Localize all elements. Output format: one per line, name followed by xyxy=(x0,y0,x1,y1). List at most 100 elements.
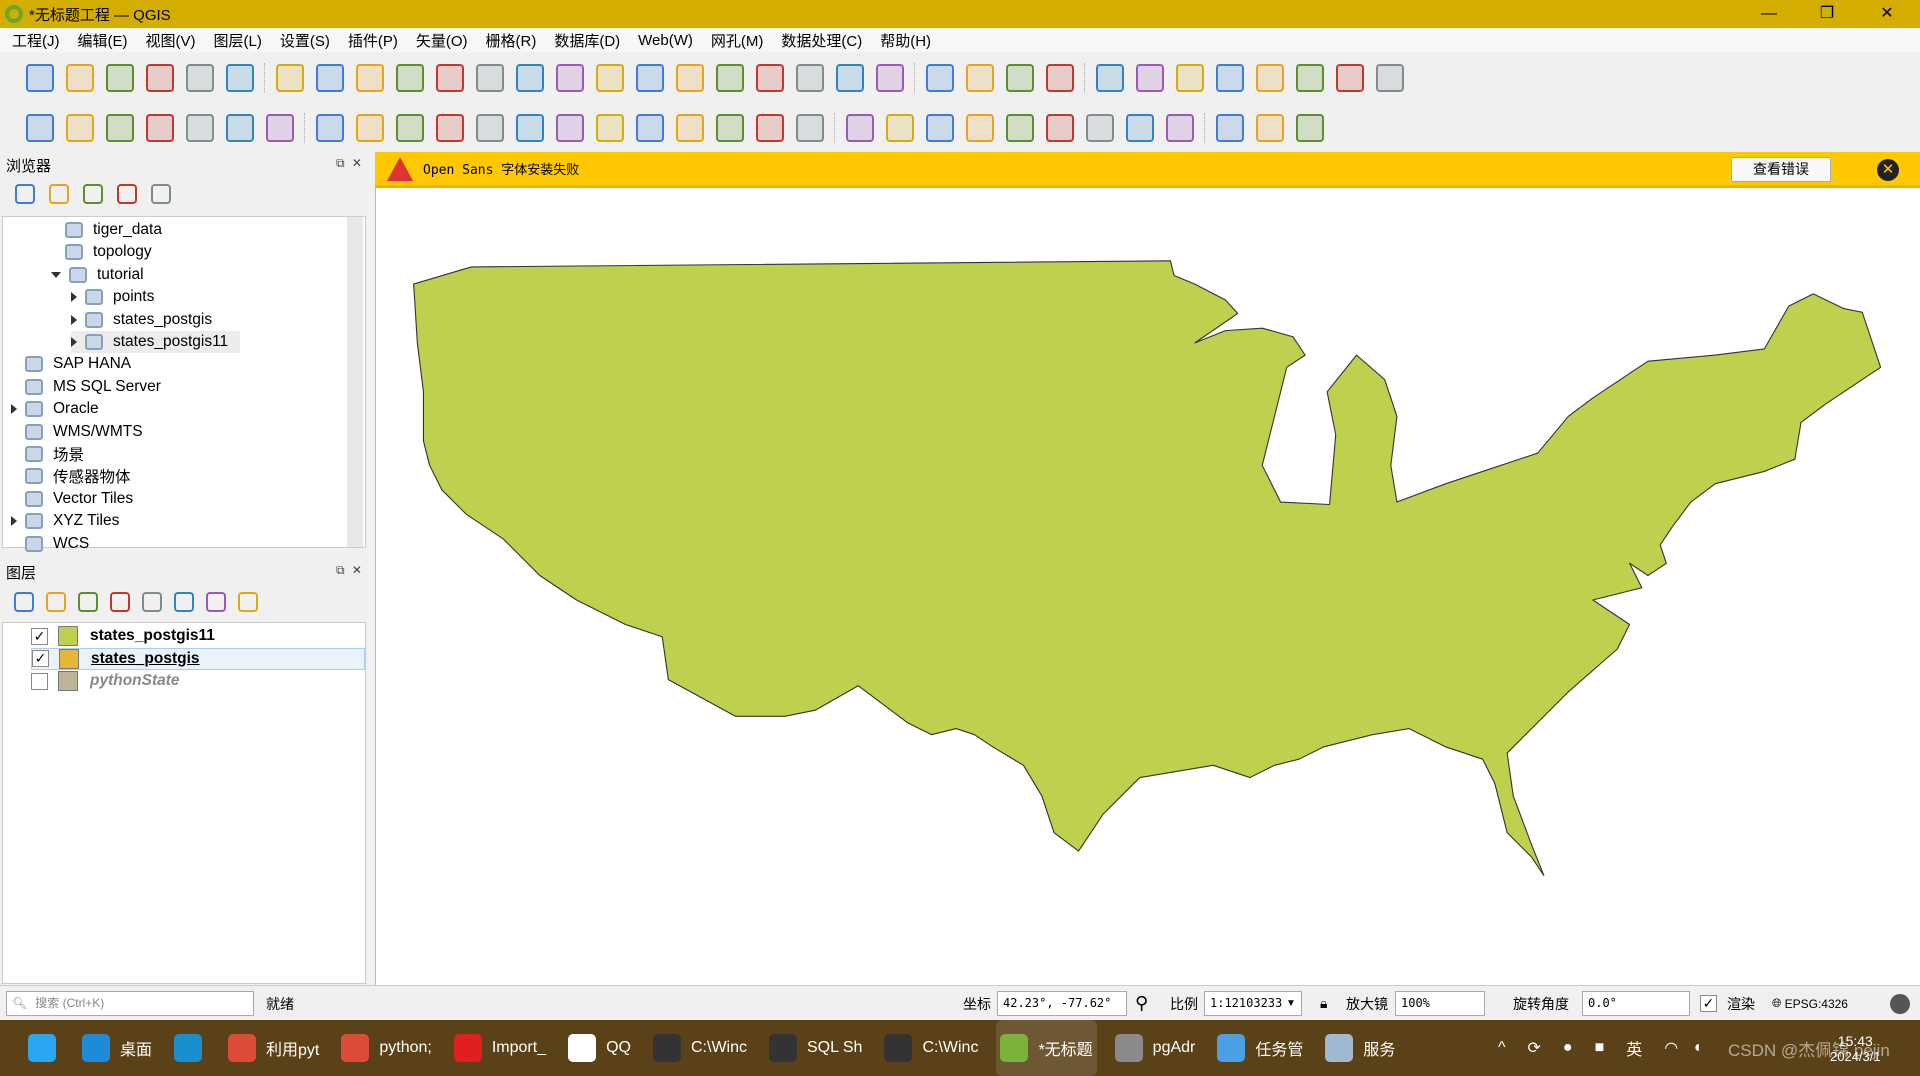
view-errors-button[interactable]: 查看错误 xyxy=(1731,157,1831,182)
zoom-last-icon[interactable] xyxy=(596,64,624,92)
messages-icon[interactable] xyxy=(1890,994,1910,1014)
layer-item[interactable]: ✓ states_postgis11 xyxy=(31,625,215,647)
taskbar-app[interactable] xyxy=(170,1020,210,1076)
add-group-icon[interactable] xyxy=(46,592,66,612)
rotation-field[interactable]: 0.0° xyxy=(1582,991,1690,1016)
digitize-point-icon[interactable] xyxy=(436,114,464,142)
label-edit-icon[interactable] xyxy=(1126,114,1154,142)
pan-icon[interactable] xyxy=(276,64,304,92)
browser-item[interactable]: 传感器物体 xyxy=(11,465,131,487)
label-pin-icon[interactable] xyxy=(926,114,954,142)
ime-indicator[interactable]: 英 xyxy=(1626,1036,1642,1060)
pan-to-selection-icon[interactable] xyxy=(316,64,344,92)
add-selected-icon[interactable] xyxy=(15,184,35,204)
filter-icon[interactable] xyxy=(83,184,103,204)
toggle-editing-icon[interactable] xyxy=(356,114,384,142)
message-close-button[interactable]: ✕ xyxy=(1877,159,1899,181)
locator-icon[interactable] xyxy=(1376,64,1404,92)
layer-item[interactable]: pythonState xyxy=(31,670,180,692)
taskbar-app[interactable]: 利用pyt xyxy=(224,1020,323,1076)
label-show-icon[interactable] xyxy=(966,114,994,142)
identify-icon[interactable] xyxy=(1096,64,1124,92)
new-map-view-icon[interactable] xyxy=(676,64,704,92)
layer-symbol-swatch[interactable] xyxy=(58,671,78,691)
select-by-value-icon[interactable] xyxy=(966,64,994,92)
menu-item[interactable]: 视图(V) xyxy=(146,30,196,51)
select-features-icon[interactable] xyxy=(926,64,954,92)
label-move-icon[interactable] xyxy=(1006,114,1034,142)
taskbar-app[interactable]: 任务管 xyxy=(1213,1020,1307,1076)
taskbar-app[interactable]: 桌面 xyxy=(78,1020,156,1076)
layers-tree[interactable]: ✓ states_postgis11 ✓ states_postgis pythonSt… xyxy=(2,622,366,984)
browser-item[interactable]: tutorial xyxy=(51,264,144,286)
refresh-icon[interactable] xyxy=(49,184,69,204)
help-icon[interactable] xyxy=(1296,114,1324,142)
collapse-all-icon[interactable] xyxy=(206,592,226,612)
sync-icon[interactable]: ⟳ xyxy=(1528,1038,1541,1058)
delete-selected-icon[interactable] xyxy=(596,114,624,142)
zoom-out-icon[interactable] xyxy=(396,64,424,92)
browser-item[interactable]: XYZ Tiles xyxy=(11,510,119,532)
new-virtual-layer-icon[interactable] xyxy=(226,114,254,142)
new-geopackage-icon[interactable] xyxy=(66,114,94,142)
cut-icon[interactable] xyxy=(636,114,664,142)
browser-item[interactable]: points xyxy=(71,286,154,308)
taskbar-app[interactable] xyxy=(24,1020,64,1076)
processing-toolbox-icon[interactable] xyxy=(1176,64,1204,92)
remove-layer-icon[interactable] xyxy=(238,592,258,612)
redo-icon[interactable] xyxy=(796,114,824,142)
menu-item[interactable]: 工程(J) xyxy=(12,30,60,51)
digitize-icon[interactable] xyxy=(146,114,174,142)
attribute-table-icon[interactable] xyxy=(1136,64,1164,92)
new-spatialite-icon[interactable] xyxy=(186,114,214,142)
browser-dock-buttons[interactable]: ⧉ ✕ xyxy=(336,156,364,171)
layer-visibility-checkbox[interactable] xyxy=(31,672,48,690)
geoserver-icon[interactable] xyxy=(1216,114,1244,142)
render-checkbox[interactable]: ✓ xyxy=(1700,995,1717,1012)
data-source-manager-icon[interactable] xyxy=(26,114,54,142)
manage-visibility-icon[interactable] xyxy=(78,592,98,612)
locator-search-input[interactable]: 🔍︎ 搜索 (Ctrl+K) xyxy=(6,991,254,1016)
menu-item[interactable]: 帮助(H) xyxy=(880,30,931,51)
minimize-button[interactable]: — xyxy=(1746,0,1792,28)
taskbar-app[interactable]: QQ xyxy=(564,1020,635,1076)
new-temp-layer-icon[interactable] xyxy=(266,114,294,142)
zoom-full-icon[interactable] xyxy=(436,64,464,92)
vertex-tool-icon[interactable] xyxy=(516,114,544,142)
new-bookmark-icon[interactable] xyxy=(756,64,784,92)
refresh-icon[interactable] xyxy=(876,64,904,92)
browser-item[interactable]: WMS/WMTS xyxy=(11,421,143,443)
expand-all-icon[interactable] xyxy=(174,592,194,612)
label-change-icon[interactable] xyxy=(1086,114,1114,142)
browser-item[interactable]: Vector Tiles xyxy=(11,488,133,510)
python-console-icon[interactable] xyxy=(1256,114,1284,142)
map-tips-icon[interactable] xyxy=(1336,64,1364,92)
menu-item[interactable]: 编辑(E) xyxy=(78,30,128,51)
expand-arrow-icon[interactable] xyxy=(71,314,77,325)
layout-manager-icon[interactable] xyxy=(186,64,214,92)
zoom-native-icon[interactable] xyxy=(556,64,584,92)
browser-item[interactable]: SAP HANA xyxy=(11,353,131,375)
open-project-icon[interactable] xyxy=(66,64,94,92)
menu-item[interactable]: 图层(L) xyxy=(214,30,262,51)
toggle-extents-icon[interactable]: ⚲ xyxy=(1135,991,1148,1016)
layer-visibility-checkbox[interactable]: ✓ xyxy=(32,650,49,667)
open-table-icon[interactable] xyxy=(1256,64,1284,92)
scale-dropdown-icon[interactable]: ▼ xyxy=(1286,991,1296,1016)
taskbar-app[interactable]: C:\Winc xyxy=(880,1020,982,1076)
label-toolbar-icon[interactable] xyxy=(846,114,874,142)
menu-item[interactable]: 栅格(R) xyxy=(486,30,537,51)
add-polygon-icon[interactable] xyxy=(476,114,504,142)
menu-item[interactable]: 设置(S) xyxy=(280,30,330,51)
measure-icon[interactable] xyxy=(1296,64,1324,92)
menu-item[interactable]: 矢量(O) xyxy=(416,30,468,51)
filter-legend-icon[interactable] xyxy=(110,592,130,612)
menu-item[interactable]: Web(W) xyxy=(638,32,693,49)
style-panel-icon[interactable] xyxy=(14,592,34,612)
browser-item[interactable]: tiger_data xyxy=(51,219,162,241)
crs-button[interactable]: 🌐︎ EPSG:4326 xyxy=(1772,991,1848,1016)
menu-item[interactable]: 插件(P) xyxy=(348,30,398,51)
browser-item[interactable]: states_postgis xyxy=(71,309,212,331)
zoom-to-selection-icon[interactable] xyxy=(476,64,504,92)
save-edits-icon[interactable] xyxy=(396,114,424,142)
